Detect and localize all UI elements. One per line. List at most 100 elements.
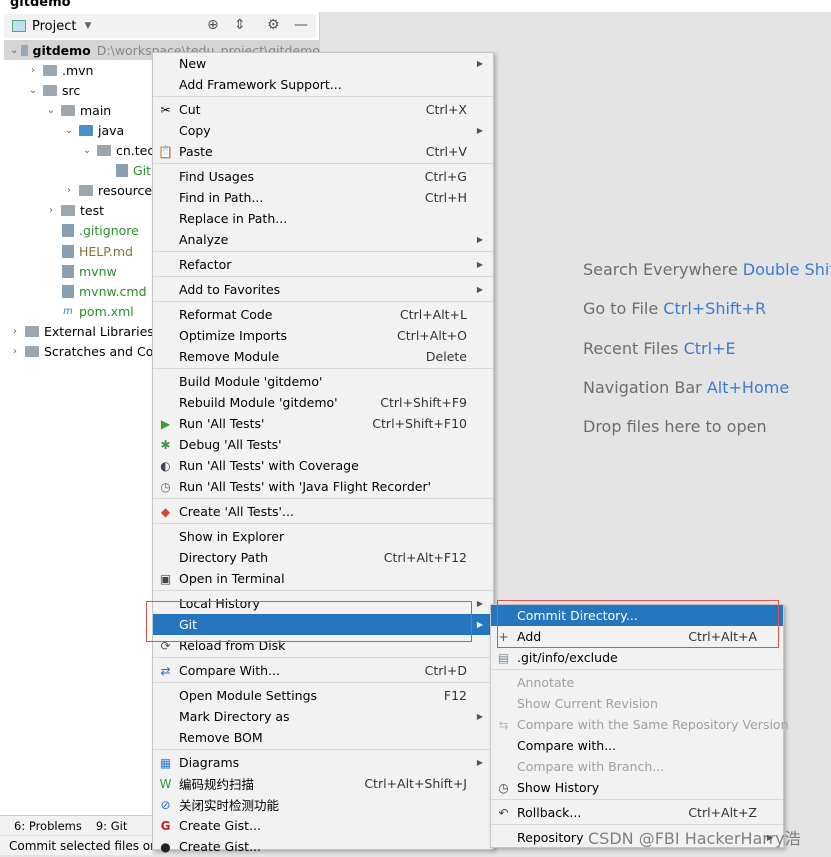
tree-item[interactable]: › .mvn [26, 60, 93, 80]
menu-item-shortcut: Ctrl+Alt+L [399, 307, 467, 322]
terminal-icon [62, 264, 74, 278]
file-icon [62, 284, 74, 298]
menu-item-label: 编码规约扫描 [179, 777, 255, 792]
project-view-icon [12, 20, 26, 32]
menu-item-replace-in-path[interactable]: Replace in Path... [153, 208, 493, 229]
menu-item-rebuild-module-gitdemo[interactable]: Rebuild Module 'gitdemo' Ctrl+Shift+F9 [153, 392, 493, 413]
chevron-down-icon[interactable]: ▼ [84, 21, 91, 31]
menu-item-add-to-favorites[interactable]: Add to Favorites ▶ [153, 279, 493, 300]
rollback-icon: ↶ [498, 805, 509, 820]
menu-item-find-in-path[interactable]: Find in Path... Ctrl+H [153, 187, 493, 208]
submenu-arrow-icon: ▶ [476, 235, 483, 244]
menu-item-run-all-tests-with-coverage[interactable]: ◐ Run 'All Tests' with Coverage [153, 455, 493, 476]
terminal-icon: ▣ [159, 571, 172, 586]
tree-item[interactable]: mvnw.cmd [44, 281, 147, 301]
menu-item-label: Diagrams [179, 755, 240, 770]
menu-item-open-module-settings[interactable]: Open Module Settings F12 [153, 685, 493, 706]
menu-item-refactor[interactable]: Refactor ▶ [153, 254, 493, 275]
menu-item-compare-with-branch[interactable]: Compare with Branch... [491, 756, 783, 777]
menu-item-git-info-exclude[interactable]: ▤ .git/info/exclude [491, 647, 783, 668]
tree-item[interactable]: HELP.md [44, 241, 133, 261]
tree-item[interactable]: m pom.xml [44, 301, 134, 321]
folder-icon [61, 205, 75, 217]
menu-item-label: 关闭实时检测功能 [179, 798, 280, 813]
menu-item-find-usages[interactable]: Find Usages Ctrl+G [153, 166, 493, 187]
menu-item-copy[interactable]: Copy ▶ [153, 120, 493, 141]
menu-item-diagrams[interactable]: ▦ Diagrams ▶ [153, 752, 493, 773]
menu-item-optimize-imports[interactable]: Optimize Imports Ctrl+Alt+O [153, 325, 493, 346]
menu-item-show-current-revision[interactable]: Show Current Revision [491, 693, 783, 714]
menu-item-compare-with[interactable]: Compare with... [491, 735, 783, 756]
menu-item-shortcut: Ctrl+Alt+F12 [383, 550, 467, 565]
menu-item-annotate[interactable]: Annotate [491, 672, 783, 693]
menu-item-open-in-terminal[interactable]: ▣ Open in Terminal [153, 568, 493, 589]
menu-item-shortcut: F12 [443, 688, 467, 703]
chevron-down-icon[interactable]: ⌄ [80, 145, 94, 156]
menu-item-remove-bom[interactable]: Remove BOM [153, 727, 493, 748]
menu-item-create-all-tests[interactable]: ◆ Create 'All Tests'... [153, 501, 493, 522]
chevron-right-icon[interactable]: › [8, 326, 22, 337]
menu-item-analyze[interactable]: Analyze ▶ [153, 229, 493, 250]
gear-icon[interactable]: ⚙ [267, 17, 280, 33]
menu-item-build-module-gitdemo[interactable]: Build Module 'gitdemo' [153, 371, 493, 392]
chevron-down-icon[interactable]: ⌄ [10, 45, 18, 56]
menu-item-paste[interactable]: 📋 Paste Ctrl+V [153, 141, 493, 162]
menu-item-[interactable]: W 编码规约扫描 Ctrl+Alt+Shift+J [153, 773, 493, 794]
tab-problems[interactable]: 6: Problems [14, 819, 82, 833]
menu-item-remove-module[interactable]: Remove Module Delete [153, 346, 493, 367]
chevron-right-icon[interactable]: › [62, 185, 76, 196]
chevron-down-icon[interactable]: ⌄ [26, 85, 40, 96]
tree-item-label: gitdemo [32, 42, 91, 58]
hide-icon[interactable]: — [294, 17, 308, 33]
menu-item-label: Open Module Settings [179, 688, 318, 703]
menu-item-create-gist[interactable]: ● Create Gist... [153, 836, 493, 857]
tree-item-label: Scratches and Con [44, 344, 162, 359]
tree-item[interactable]: ⌄ java [62, 120, 124, 140]
menu-item-label: Build Module 'gitdemo' [179, 374, 323, 389]
tab-git[interactable]: 9: Git [96, 819, 127, 833]
menu-item-run-all-tests[interactable]: ▶ Run 'All Tests' Ctrl+Shift+F10 [153, 413, 493, 434]
menu-item-compare-with-the-same-repository-version[interactable]: ⇆ Compare with the Same Repository Versio… [491, 714, 788, 735]
menu-item-show-in-explorer[interactable]: Show in Explorer [153, 526, 493, 547]
tree-item[interactable]: ⌄ main [44, 100, 111, 120]
menu-item-shortcut: Ctrl+D [424, 663, 467, 678]
menu-item-new[interactable]: New ▶ [153, 53, 493, 74]
tree-item[interactable]: ⌄ src [26, 80, 80, 100]
menu-item-directory-path[interactable]: Directory Path Ctrl+Alt+F12 [153, 547, 493, 568]
menu-item-debug-all-tests[interactable]: ✱ Debug 'All Tests' [153, 434, 493, 455]
menu-item-run-all-tests-with-java-flight-recorder[interactable]: ◷ Run 'All Tests' with 'Java Flight Recor… [153, 476, 493, 497]
menu-item-label: Run 'All Tests' with 'Java Flight Record… [179, 479, 432, 494]
menu-item-compare-with[interactable]: ⇄ Compare With... Ctrl+D [153, 660, 493, 681]
collapse-all-icon[interactable]: ⇕ [234, 17, 246, 33]
tree-item[interactable]: .gitignore [44, 221, 139, 241]
locate-icon[interactable]: ⊕ [207, 17, 219, 33]
project-view-selector[interactable]: Project [32, 19, 76, 34]
menu-item-label: Rebuild Module 'gitdemo' [179, 395, 338, 410]
chevron-right-icon[interactable]: › [44, 205, 58, 216]
menu-item-add-framework-support[interactable]: Add Framework Support... [153, 74, 493, 95]
menu-item-label: Paste [179, 144, 213, 159]
menu-item-[interactable]: ⊘ 关闭实时检测功能 [153, 794, 493, 815]
chevron-right-icon[interactable]: › [8, 346, 22, 357]
tree-item[interactable]: › resources [62, 181, 159, 201]
menu-item-rollback[interactable]: ↶ Rollback... Ctrl+Alt+Z [491, 802, 783, 823]
chevron-right-icon[interactable]: › [26, 65, 40, 76]
menu-item-create-gist[interactable]: G Create Gist... [153, 815, 493, 836]
tree-item-label: External Libraries [44, 323, 154, 339]
tree-item[interactable]: Git [98, 161, 151, 181]
folder-icon [61, 104, 75, 116]
menu-item-cut[interactable]: ✂ Cut Ctrl+X [153, 99, 493, 120]
menu-item-shortcut: Ctrl+Shift+F9 [380, 395, 467, 410]
tree-item[interactable]: › Scratches and Con [8, 342, 161, 362]
tree-item[interactable]: › External Libraries [8, 321, 154, 341]
chevron-down-icon[interactable]: ⌄ [62, 125, 76, 136]
tree-item[interactable]: mvnw [44, 261, 117, 281]
submenu-arrow-icon: ▶ [476, 285, 483, 294]
menu-item-shortcut: Ctrl+Alt+O [397, 328, 467, 343]
tree-item[interactable]: ⌄ cn.tec [80, 141, 154, 161]
menu-item-reformat-code[interactable]: Reformat Code Ctrl+Alt+L [153, 304, 493, 325]
menu-item-show-history[interactable]: ◷ Show History [491, 777, 783, 798]
chevron-down-icon[interactable]: ⌄ [44, 105, 58, 116]
menu-item-mark-directory-as[interactable]: Mark Directory as ▶ [153, 706, 493, 727]
tree-item[interactable]: › test [44, 201, 104, 221]
